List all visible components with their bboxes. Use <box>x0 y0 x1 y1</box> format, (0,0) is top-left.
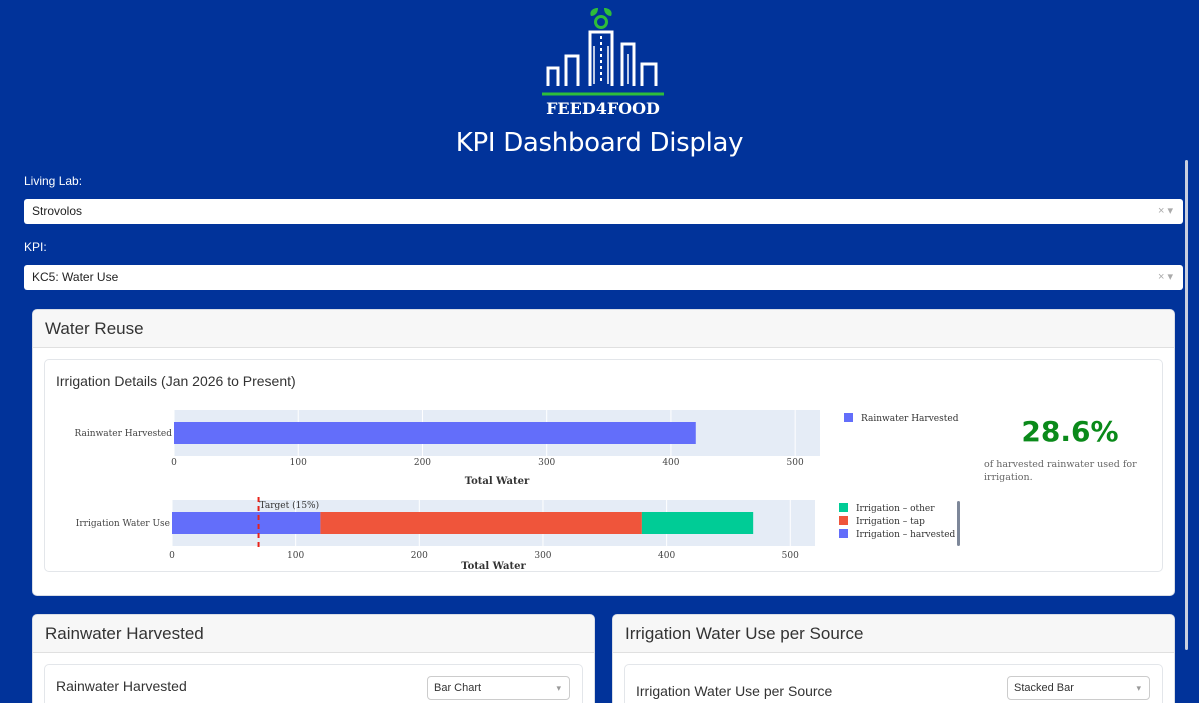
kpi-value: KC5: Water Use <box>32 270 119 284</box>
rainwater-harvested-title: Rainwater Harvested <box>33 615 594 653</box>
legend-swatch <box>844 413 853 422</box>
legend-label: Irrigation – harvested <box>856 530 956 540</box>
x-tick-label: 200 <box>414 458 431 468</box>
bar-irrigation-tap <box>320 512 642 534</box>
x-tick-label: 500 <box>787 458 804 468</box>
living-lab-value: Strovolos <box>32 204 83 218</box>
x-tick-label: 300 <box>538 458 555 468</box>
irrigation-chart-type-dropdown[interactable]: Stacked Bar ▾ <box>1007 676 1150 700</box>
chevron-down-icon: ▾ <box>556 683 561 693</box>
rainwater-chart-type-value: Bar Chart <box>434 682 482 694</box>
x-tick-label: 0 <box>171 458 177 468</box>
chevron-down-icon[interactable]: ▾ <box>1167 205 1173 217</box>
x-tick-label: 0 <box>169 551 175 561</box>
legend-swatch <box>839 503 848 512</box>
kpi-select[interactable]: KC5: Water Use × ▾ <box>24 265 1183 290</box>
x-tick-label: 500 <box>782 551 799 561</box>
y-category-label: Irrigation Water Use <box>76 519 170 529</box>
x-tick-label: 400 <box>658 551 675 561</box>
y-category-label: Rainwater Harvested <box>75 429 173 439</box>
x-tick-label: 100 <box>290 458 307 468</box>
legend-swatch <box>839 516 848 525</box>
living-lab-label: Living Lab: <box>24 174 83 188</box>
clear-icon[interactable]: × <box>1158 205 1164 217</box>
legend-label: Irrigation – tap <box>856 517 925 527</box>
living-lab-select[interactable]: Strovolos × ▾ <box>24 199 1183 224</box>
irrigation-per-source-title: Irrigation Water Use per Source <box>613 615 1174 653</box>
target-annotation: Target (15%) <box>260 500 320 511</box>
irrigation-chart-type-value: Stacked Bar <box>1014 682 1074 694</box>
legend-label: Rainwater Harvested <box>861 414 959 424</box>
chevron-down-icon[interactable]: ▾ <box>1167 271 1173 283</box>
x-tick-label: 300 <box>534 551 551 561</box>
feed4food-logo: FEED4FOOD <box>542 8 664 116</box>
bar-rainwater-harvested <box>174 422 696 444</box>
legend-label: Irrigation – other <box>856 504 935 514</box>
page-scrollbar[interactable] <box>1185 160 1188 650</box>
kpi-label: KPI: <box>24 240 47 254</box>
water-reuse-title: Water Reuse <box>33 310 1174 348</box>
bar-irrigation-other <box>641 512 754 534</box>
legend-scrollbar <box>957 501 960 546</box>
legend-swatch <box>839 529 848 538</box>
logo-text: FEED4FOOD <box>546 99 660 116</box>
kpi-percentage: 28.6% <box>1021 415 1119 448</box>
page-title: KPI Dashboard Display <box>455 128 744 158</box>
x-tick-label: 200 <box>411 551 428 561</box>
x-axis-label: Total Water <box>465 476 530 487</box>
irrigation-details-title: Irrigation Details (Jan 2026 to Present) <box>56 373 296 389</box>
kpi-description: of harvested rainwater used for irrigati… <box>984 459 1137 483</box>
chevron-down-icon: ▾ <box>1136 683 1141 693</box>
rainwater-harvested-panel-title: Rainwater Harvested <box>56 678 187 694</box>
irrigation-charts: 0 100 200 300 400 500 Rainwater Harvested Total… <box>75 410 960 572</box>
clear-icon[interactable]: × <box>1158 271 1164 283</box>
x-tick-label: 100 <box>287 551 304 561</box>
sprout-icon <box>590 8 612 29</box>
x-tick-label: 400 <box>662 458 679 468</box>
x-axis-label: Total Water <box>461 561 526 572</box>
rainwater-chart-type-dropdown[interactable]: Bar Chart ▾ <box>427 676 570 700</box>
header: FEED4FOOD KPI Dashboard Display <box>0 0 1199 160</box>
bar-irrigation-harvested <box>172 512 321 534</box>
irrigation-per-source-panel-title: Irrigation Water Use per Source <box>636 683 833 699</box>
